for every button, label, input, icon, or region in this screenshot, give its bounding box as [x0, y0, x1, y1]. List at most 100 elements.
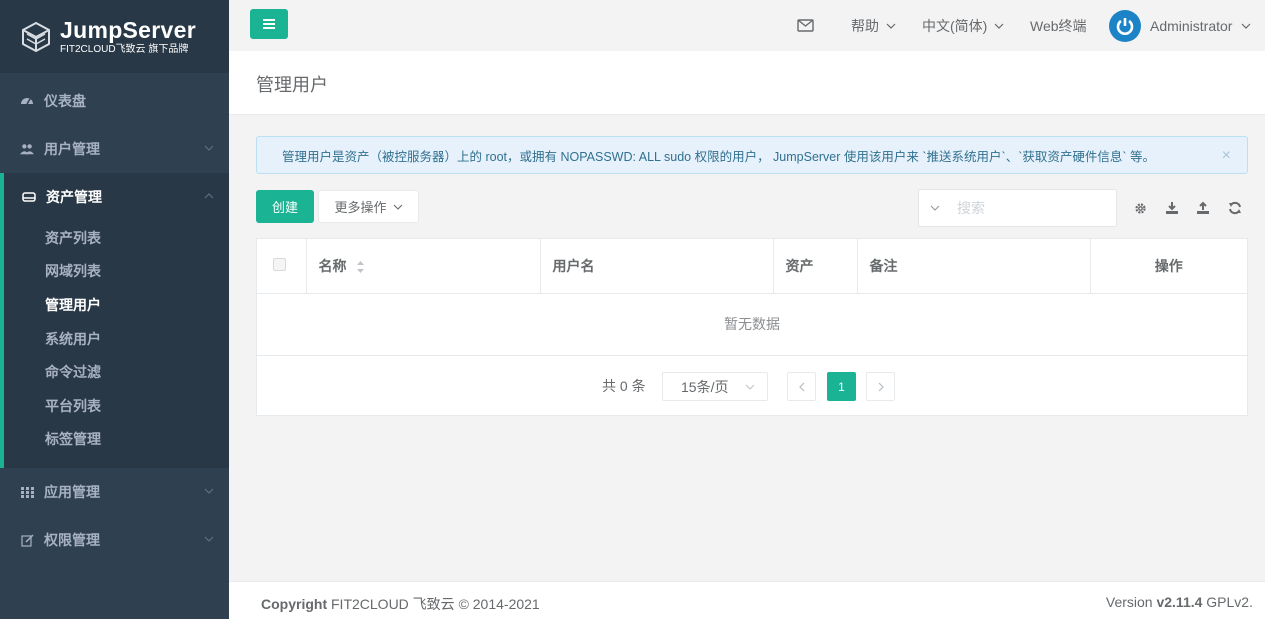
chevron-down-icon [204, 488, 214, 495]
sidebar-subitem-domain-list[interactable]: 网域列表 [4, 255, 229, 289]
column-username: 用户名 [540, 239, 774, 294]
dashboard-icon [20, 94, 34, 108]
column-name[interactable]: 名称 [306, 239, 541, 294]
sidebar-subitem-asset-list[interactable]: 资产列表 [4, 221, 229, 255]
column-assets-label: 资产 [785, 257, 814, 274]
table-header-row: 名称 用户名 资产 备注 操作 [257, 239, 1247, 294]
search-box [918, 189, 1117, 227]
chevron-down-icon [886, 23, 896, 29]
copyright: Copyright FIT2CLOUD 飞致云 © 2014-2021 [261, 594, 540, 614]
chevron-down-icon [1242, 23, 1251, 29]
page-button[interactable]: 1 [827, 372, 856, 401]
bars-icon [263, 19, 275, 29]
table-row: 暂无数据 [257, 293, 1247, 356]
messages-button[interactable] [797, 0, 814, 51]
sidebar: JumpServer FIT2CLOUD飞致云 旗下品牌 仪表盘 用户管理 资产… [0, 0, 229, 619]
edit-icon [20, 533, 34, 547]
power-icon [1116, 17, 1134, 35]
sidebar-subitem-system-users[interactable]: 系统用户 [4, 322, 229, 356]
alert-text: 管理用户是资产（被控服务器）上的 root，或拥有 NOPASSWD: ALL … [282, 149, 1155, 164]
sidebar-subitem-label-management[interactable]: 标签管理 [4, 423, 229, 457]
search-input[interactable] [957, 200, 1107, 216]
column-comment: 备注 [857, 239, 1091, 294]
import-icon[interactable] [1195, 200, 1211, 216]
sidebar-item-label: 资产管理 [46, 189, 102, 205]
sidebar-item-label: 权限管理 [44, 532, 100, 549]
grid-icon [20, 485, 34, 499]
sidebar-subitem-admin-users[interactable]: 管理用户 [4, 288, 229, 322]
export-icon[interactable] [1164, 200, 1180, 216]
column-actions: 操作 [1090, 239, 1247, 294]
sidebar-item-permissions[interactable]: 权限管理 [0, 516, 229, 564]
chevron-down-icon [930, 205, 940, 211]
web-terminal-label: Web终端 [1030, 17, 1087, 34]
sort-icon [357, 261, 365, 274]
jumpserver-logo-icon [22, 21, 50, 52]
user-dropdown[interactable]: Administrator [1109, 0, 1252, 51]
sidebar-group-assets: 资产管理 资产列表 网域列表 管理用户 系统用户 命令过滤 平台列表 标签管理 [0, 173, 229, 469]
language-dropdown[interactable]: 中文(简体) [922, 0, 1005, 51]
column-name-label: 名称 [318, 257, 347, 274]
prev-page-button[interactable] [787, 372, 816, 401]
column-comment-label: 备注 [869, 257, 898, 274]
column-actions-label: 操作 [1154, 257, 1183, 274]
admin-users-table-card: 名称 用户名 资产 备注 操作 暂无数据 共 0 条 15条/页 1 [256, 238, 1248, 416]
column-username-label: 用户名 [552, 257, 595, 274]
user-name: Administrator [1150, 17, 1233, 34]
create-button[interactable]: 创建 [256, 190, 314, 223]
sidebar-item-users[interactable]: 用户管理 [0, 125, 229, 173]
copyright-text: FIT2CLOUD 飞致云 © 2014-2021 [327, 596, 540, 612]
page-header: 管理用户 [229, 51, 1265, 115]
sidebar-item-label: 仪表盘 [44, 93, 86, 109]
help-dropdown[interactable]: 帮助 [851, 0, 897, 51]
web-terminal-link[interactable]: Web终端 [1030, 0, 1087, 51]
admin-users-table: 名称 用户名 资产 备注 操作 暂无数据 [257, 239, 1247, 356]
logo[interactable]: JumpServer FIT2CLOUD飞致云 旗下品牌 [0, 0, 229, 73]
copyright-label: Copyright [261, 596, 328, 612]
search-field-selector[interactable] [919, 202, 951, 214]
chevron-down-icon [204, 536, 214, 543]
close-icon[interactable]: × [1222, 148, 1231, 164]
envelope-icon [797, 19, 814, 32]
next-page-button[interactable] [866, 372, 895, 401]
topbar: 帮助 中文(简体) Web终端 Administrator [229, 0, 1265, 51]
sidebar-item-label: 用户管理 [44, 141, 100, 157]
hdd-icon [22, 190, 36, 204]
chevron-down-icon [994, 23, 1004, 29]
chevron-left-icon [798, 382, 804, 391]
menu-toggle-button[interactable] [250, 9, 288, 39]
refresh-icon[interactable] [1227, 200, 1243, 216]
license: GPLv2. [1202, 594, 1253, 610]
language-label: 中文(简体) [922, 17, 988, 34]
more-actions-dropdown[interactable]: 更多操作 [318, 190, 419, 223]
sidebar-item-dashboard[interactable]: 仪表盘 [0, 77, 229, 125]
version-info: Version v2.11.4 GPLv2. [1106, 594, 1253, 610]
help-label: 帮助 [851, 17, 879, 34]
pagination-total: 共 0 条 [602, 378, 646, 394]
chevron-down-icon [745, 384, 755, 390]
footer: Copyright FIT2CLOUD 飞致云 © 2014-2021 Vers… [229, 581, 1265, 619]
select-all-checkbox[interactable] [273, 257, 286, 271]
sidebar-item-applications[interactable]: 应用管理 [0, 468, 229, 516]
sidebar-subitem-platform-list[interactable]: 平台列表 [4, 389, 229, 423]
chevron-right-icon [878, 382, 884, 391]
sidebar-subitem-command-filter[interactable]: 命令过滤 [4, 355, 229, 389]
settings-icon[interactable] [1132, 200, 1148, 216]
avatar [1109, 9, 1141, 42]
page-size-select[interactable]: 15条/页 [662, 372, 768, 401]
page-size-value: 15条/页 [681, 378, 729, 395]
chevron-down-icon [393, 204, 402, 210]
brand-tagline: FIT2CLOUD飞致云 旗下品牌 [60, 43, 189, 55]
chevron-down-icon [204, 145, 214, 151]
sidebar-item-assets[interactable]: 资产管理 [4, 173, 229, 221]
pagination: 共 0 条 15条/页 1 [257, 355, 1247, 415]
users-icon [20, 142, 34, 156]
version-number: v2.11.4 [1156, 594, 1203, 610]
brand-name: JumpServer [60, 16, 196, 43]
info-alert: 管理用户是资产（被控服务器）上的 root，或拥有 NOPASSWD: ALL … [256, 136, 1248, 174]
sidebar-item-label: 应用管理 [44, 484, 100, 501]
select-all-cell [257, 239, 307, 294]
empty-message: 暂无数据 [257, 293, 1247, 356]
chevron-up-icon [204, 193, 214, 199]
column-assets: 资产 [773, 239, 858, 294]
